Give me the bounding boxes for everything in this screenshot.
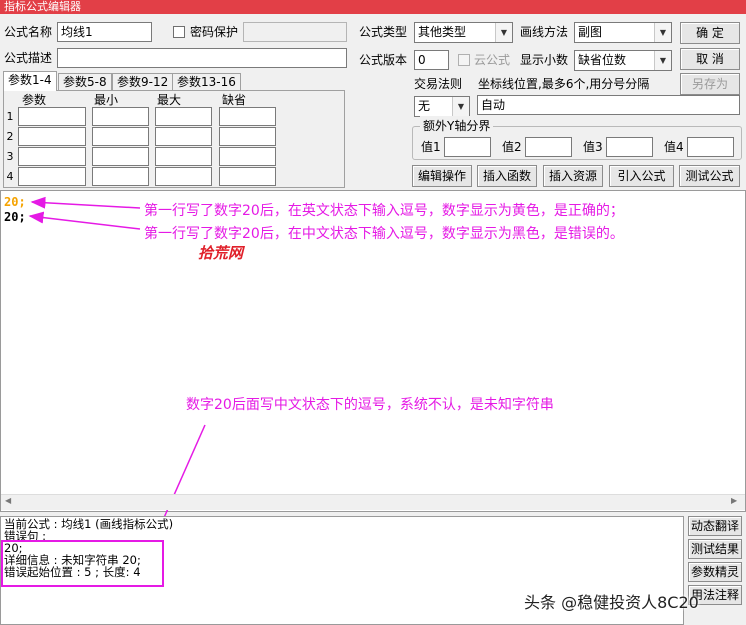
- tab-params-1-4[interactable]: 参数1-4: [3, 71, 57, 91]
- editor-horizontal-scrollbar[interactable]: ◀ ▶: [1, 494, 745, 510]
- param-wizard-button[interactable]: 参数精灵: [688, 562, 742, 582]
- source-watermark: 头条 @稳健投资人8C20: [524, 593, 699, 612]
- test-result-button[interactable]: 测试结果: [688, 539, 742, 559]
- arrow-to-line-2: [28, 211, 141, 230]
- dynamic-translate-button[interactable]: 动态翻译: [688, 516, 742, 536]
- arrow-to-line-1: [30, 196, 141, 209]
- error-highlight-box: [1, 540, 164, 587]
- scroll-left-icon[interactable]: ◀: [5, 496, 11, 505]
- scroll-right-icon[interactable]: ▶: [731, 496, 737, 505]
